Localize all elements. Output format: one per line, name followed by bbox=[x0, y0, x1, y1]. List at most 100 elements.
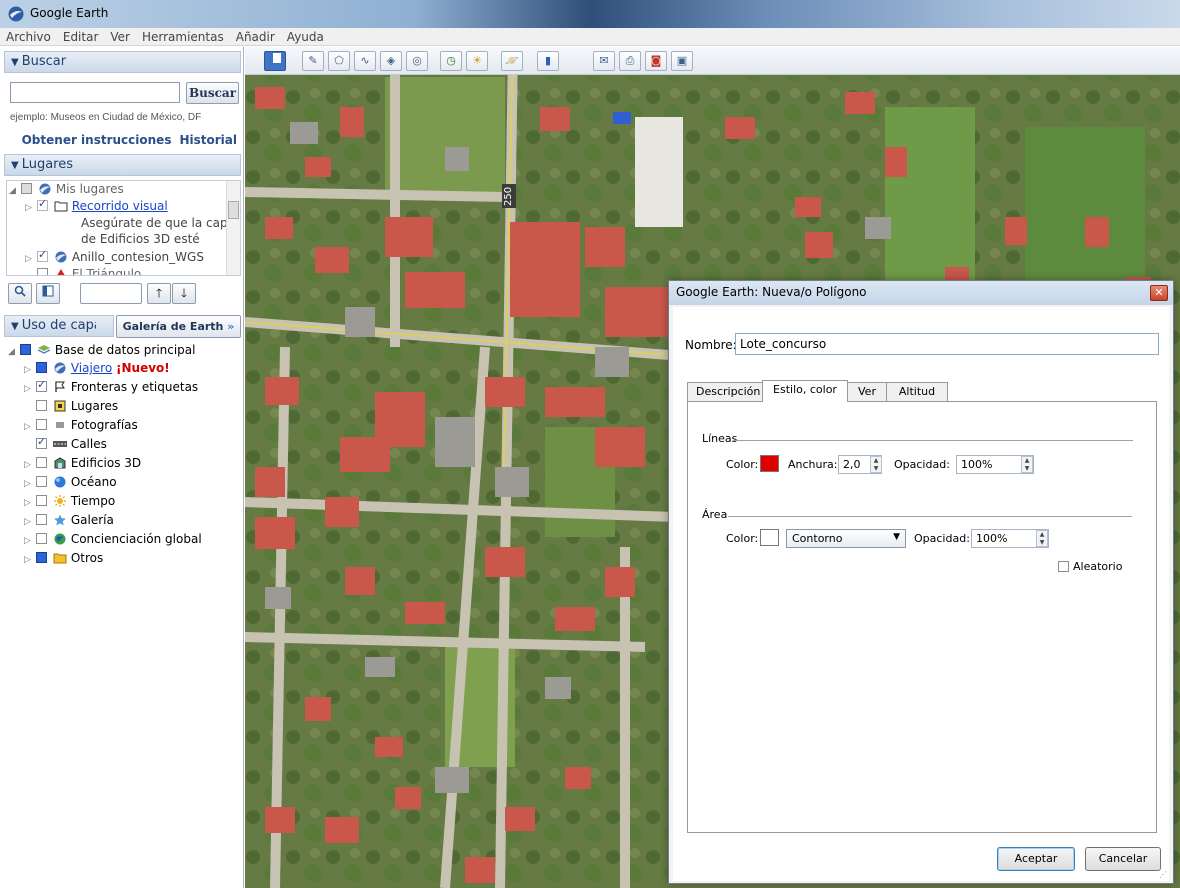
accept-button[interactable]: Aceptar bbox=[997, 847, 1075, 871]
move-up-button[interactable]: 🡑 bbox=[147, 283, 171, 304]
expand-icon[interactable]: ◢ bbox=[8, 347, 18, 357]
search-button[interactable]: Buscar bbox=[186, 82, 239, 104]
checkbox[interactable] bbox=[36, 495, 47, 506]
expand-icon[interactable]: ▷ bbox=[24, 517, 34, 527]
record-tour-button[interactable]: ◎ bbox=[406, 51, 428, 71]
layer-viajero[interactable]: ▷ Viajero ¡Nuevo! bbox=[24, 361, 170, 378]
expand-icon[interactable]: ▷ bbox=[24, 384, 34, 394]
save-image-button[interactable]: ▣ bbox=[671, 51, 693, 71]
tree-item-recorrido-visual[interactable]: ▷ Recorrido visual bbox=[25, 197, 168, 216]
checkbox[interactable] bbox=[36, 457, 47, 468]
layer-calles[interactable]: Calles bbox=[34, 435, 107, 454]
random-checkbox[interactable] bbox=[1058, 561, 1069, 572]
checkbox[interactable] bbox=[21, 183, 32, 194]
expand-icon[interactable]: ◢ bbox=[9, 186, 19, 196]
sunlight-button[interactable]: ☀ bbox=[466, 51, 488, 71]
panel-toggle-button[interactable] bbox=[36, 283, 60, 304]
earth-gallery-button[interactable]: Galería de Earth » bbox=[116, 315, 241, 338]
tree-item-mis-lugares[interactable]: ◢ Mis lugares bbox=[9, 182, 124, 199]
dialog-title-bar[interactable]: Google Earth: Nueva/o Polígono bbox=[669, 281, 1173, 305]
view-in-maps-button[interactable]: ◙ bbox=[645, 51, 667, 71]
sidebar-toggle-button[interactable] bbox=[264, 51, 286, 71]
menu-editar[interactable]: Editar bbox=[57, 28, 105, 45]
expand-icon[interactable]: ▷ bbox=[25, 254, 35, 264]
add-path-button[interactable]: ∿ bbox=[354, 51, 376, 71]
layers-panel-header[interactable]: ▼Uso de capas bbox=[4, 315, 114, 337]
print-button[interactable]: ⎙ bbox=[619, 51, 641, 71]
places-scrollbar[interactable] bbox=[226, 181, 240, 275]
menu-archivo[interactable]: Archivo bbox=[0, 28, 57, 45]
tree-item-label[interactable]: Recorrido visual bbox=[72, 199, 168, 213]
checkbox[interactable] bbox=[20, 344, 31, 355]
dialog-close-button[interactable]: ✕ bbox=[1150, 285, 1168, 301]
resize-grip-icon[interactable]: ⋰ bbox=[1159, 870, 1167, 879]
layer-edificios-3d[interactable]: ▷ Edificios 3D bbox=[24, 456, 141, 473]
style-color-panel: Líneas Color: Anchura: 2,0 ▲ ▼ Opacidad: … bbox=[687, 401, 1157, 833]
expand-icon[interactable]: ▷ bbox=[24, 460, 34, 470]
planet-switch-button[interactable]: 🪐 bbox=[501, 51, 523, 71]
expand-icon[interactable]: ▷ bbox=[24, 365, 34, 375]
checkbox[interactable] bbox=[36, 552, 47, 563]
expand-icon[interactable]: ▷ bbox=[24, 555, 34, 565]
directions-link[interactable]: Obtener instrucciones bbox=[22, 133, 172, 147]
scrollbar-thumb[interactable] bbox=[228, 201, 239, 219]
layer-fronteras[interactable]: ▷ Fronteras y etiquetas bbox=[24, 378, 198, 397]
move-down-button[interactable]: 🡓 bbox=[172, 283, 196, 304]
expand-icon[interactable]: ▷ bbox=[25, 203, 35, 213]
checkbox[interactable] bbox=[37, 197, 48, 211]
line-opacity-spinner[interactable]: ▲ ▼ bbox=[1021, 456, 1033, 473]
expand-icon[interactable]: ▷ bbox=[24, 479, 34, 489]
checkbox[interactable] bbox=[36, 435, 47, 449]
menu-ayuda[interactable]: Ayuda bbox=[281, 28, 330, 45]
layer-lugares[interactable]: Lugares bbox=[34, 399, 118, 416]
checkbox[interactable] bbox=[36, 514, 47, 525]
layer-otros[interactable]: ▷ Otros bbox=[24, 551, 103, 568]
search-input[interactable] bbox=[10, 82, 180, 103]
tree-item-label[interactable]: Viajero bbox=[71, 361, 112, 375]
checkbox[interactable] bbox=[36, 533, 47, 544]
line-color-swatch[interactable] bbox=[760, 455, 779, 472]
tree-item-triangulo[interactable]: El Triángulo bbox=[35, 267, 141, 275]
tree-item-base-datos[interactable]: ◢ Base de datos principal bbox=[8, 343, 196, 360]
checkbox[interactable] bbox=[37, 248, 48, 262]
area-color-swatch[interactable] bbox=[760, 529, 779, 546]
checkbox[interactable] bbox=[36, 362, 47, 373]
area-opacity-spinner[interactable]: ▲ ▼ bbox=[1036, 530, 1048, 547]
expand-icon[interactable]: ▷ bbox=[24, 422, 34, 432]
layer-tiempo[interactable]: ▷ Tiempo bbox=[24, 494, 115, 511]
cancel-button[interactable]: Cancelar bbox=[1085, 847, 1161, 871]
layer-fotografias[interactable]: ▷ Fotografías bbox=[24, 418, 138, 435]
email-button[interactable]: ✉ bbox=[593, 51, 615, 71]
menu-herramientas[interactable]: Herramientas bbox=[136, 28, 230, 45]
expand-icon[interactable]: ▷ bbox=[24, 536, 34, 546]
layer-galeria[interactable]: ▷ Galería bbox=[24, 513, 114, 530]
expand-icon[interactable]: ▷ bbox=[24, 498, 34, 508]
name-input[interactable]: Lote_concurso bbox=[735, 333, 1159, 355]
checkbox[interactable] bbox=[37, 268, 48, 275]
layer-oceano[interactable]: ▷ Océano bbox=[24, 475, 117, 492]
area-mode-select[interactable]: Contorno ▼ bbox=[786, 529, 906, 548]
menu-anadir[interactable]: Añadir bbox=[230, 28, 281, 45]
ruler-button[interactable]: ▮ bbox=[537, 51, 559, 71]
search-places-button[interactable] bbox=[8, 283, 32, 304]
line-width-spinner[interactable]: ▲ ▼ bbox=[870, 456, 882, 473]
tab-descripcion[interactable]: Descripción bbox=[687, 382, 763, 401]
checkbox[interactable] bbox=[36, 400, 47, 411]
menu-ver[interactable]: Ver bbox=[104, 28, 136, 45]
tab-estilo-color[interactable]: Estilo, color bbox=[762, 380, 848, 402]
add-overlay-button[interactable]: ◈ bbox=[380, 51, 402, 71]
layer-concienciacion[interactable]: ▷ Concienciación global bbox=[24, 532, 202, 549]
tab-altitud[interactable]: Altitud bbox=[886, 382, 948, 401]
search-panel-header[interactable]: ▼ Buscar bbox=[4, 51, 241, 73]
places-filter-input[interactable] bbox=[80, 283, 142, 304]
add-polygon-button[interactable]: ⬠ bbox=[328, 51, 350, 71]
historical-imagery-button[interactable]: ◷ bbox=[440, 51, 462, 71]
tab-ver[interactable]: Ver bbox=[847, 382, 887, 401]
tree-item-anillo[interactable]: ▷ Anillo_contesion_WGS bbox=[25, 248, 204, 267]
checkbox[interactable] bbox=[36, 419, 47, 430]
checkbox[interactable] bbox=[36, 378, 47, 392]
places-panel-header[interactable]: ▼ Lugares bbox=[4, 154, 241, 176]
checkbox[interactable] bbox=[36, 476, 47, 487]
add-placemark-button[interactable]: ✎ bbox=[302, 51, 324, 71]
history-link[interactable]: Historial bbox=[179, 133, 237, 147]
